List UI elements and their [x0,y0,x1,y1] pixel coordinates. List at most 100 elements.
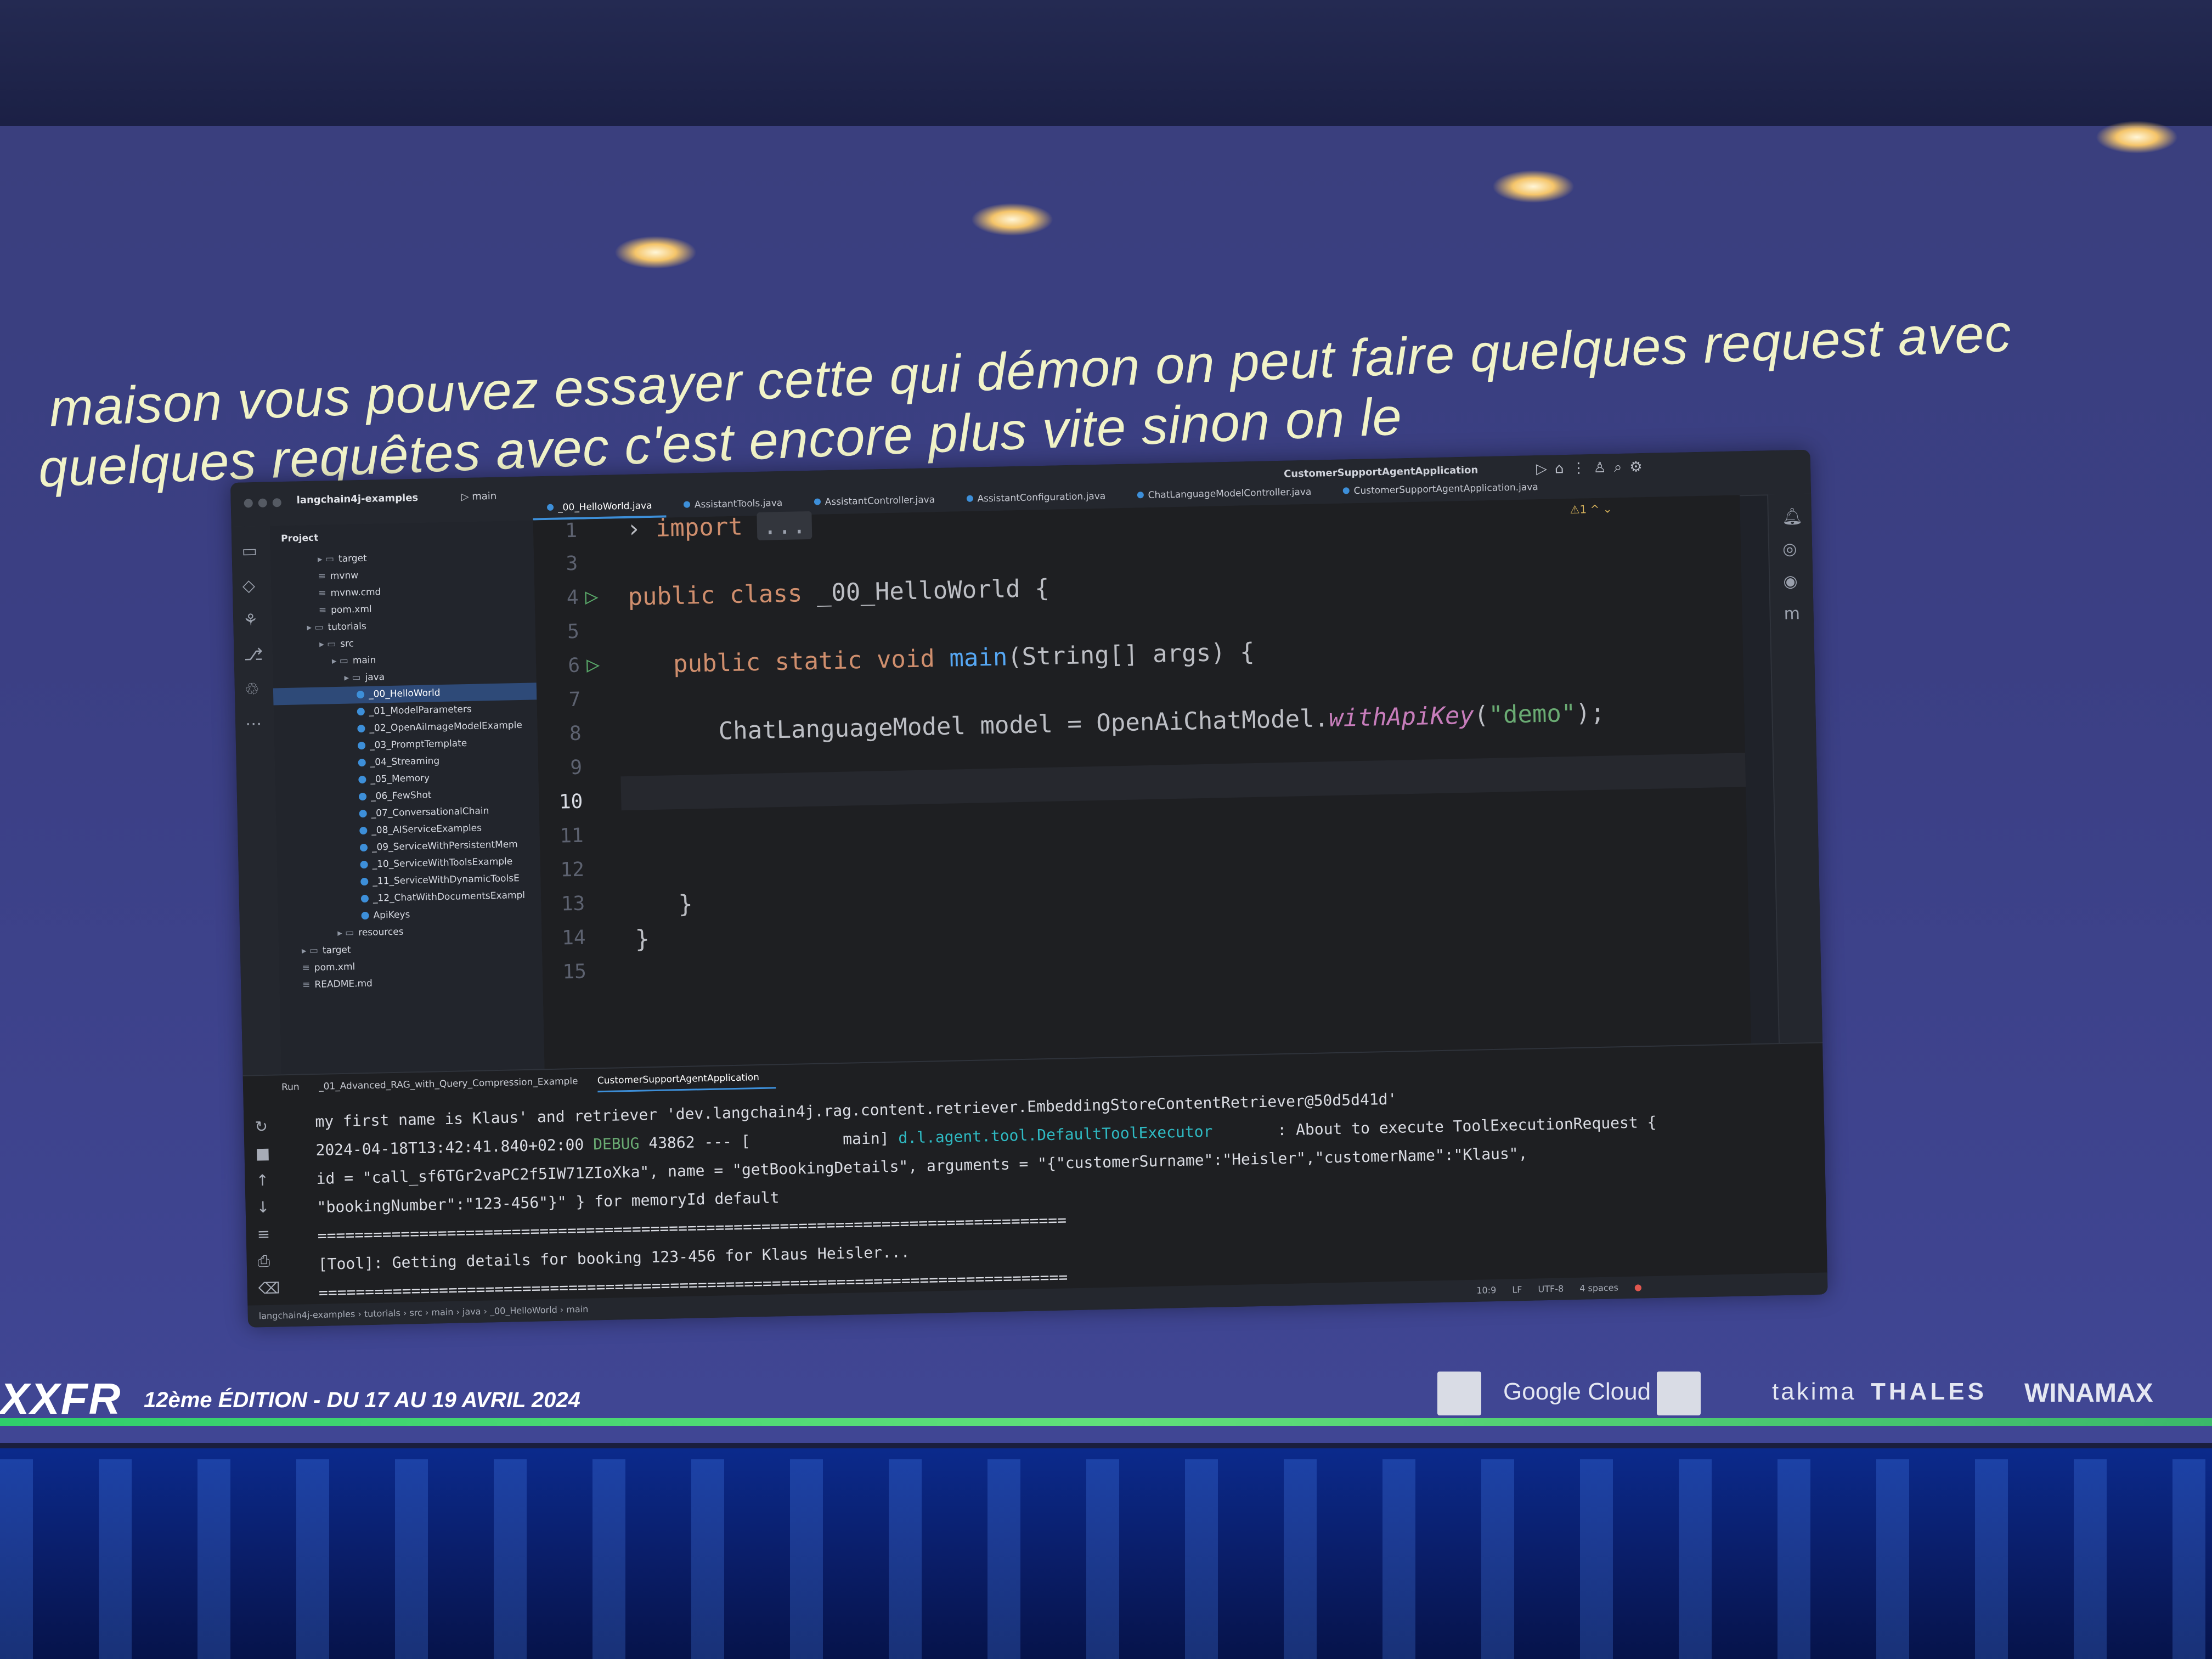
import-keyword: import [655,512,743,543]
error-indicator-icon[interactable]: ● [1634,1282,1642,1292]
operator: = [1066,709,1082,738]
folder-icon: ▸ ▭ [344,672,361,684]
tree-item-label: _06_FewShot [370,789,432,802]
window-controls[interactable] [244,498,287,511]
tab-assistant-configuration[interactable]: AssistantConfiguration.java [952,486,1120,509]
variable-name: model [979,710,1053,740]
user-icon[interactable]: ♙ [1593,459,1614,476]
folder-icon: ▸ ▭ [307,622,324,634]
line-number: 6 [568,654,580,678]
java-class-icon [358,758,366,767]
tree-item-label: _11_ServiceWithDynamicToolsE [373,873,520,887]
keyword: public static void [673,645,935,679]
run-label: Run [281,1081,300,1093]
file-icon: ≡ [318,588,326,599]
navigation-breadcrumb[interactable]: langchain4j-examples › tutorials › src ›… [259,1304,589,1322]
folder-icon: ▸ ▭ [317,554,335,565]
current-line-highlight [620,753,1746,811]
log-thread: main] [842,1129,889,1148]
trash-icon[interactable]: ⌫ [258,1279,286,1297]
orange-logo [1657,1372,1701,1415]
ide-window: langchain4j-examples ▷ main CustomerSupp… [230,449,1828,1328]
code-line-close-method: } [678,890,693,919]
maven-icon[interactable]: m [1784,604,1815,624]
java-class-icon [357,707,365,716]
axa-logo [1437,1372,1481,1415]
project-tool-icon[interactable]: ▭ [241,541,270,561]
code-editor[interactable]: 1 3 4 ▷ 5 6 ▷ 7 8 9 10 11 12 13 14 15 › … [533,495,1752,1069]
sponsor-google-cloud: Google Cloud [1503,1378,1651,1405]
tree-item-label: _08_AIServiceExamples [371,822,482,836]
run-tab-customer-support[interactable]: CustomerSupportAgentApplication [597,1065,776,1093]
banner-accent-line [0,1418,2212,1426]
structure-icon[interactable]: ⚘ [243,610,272,630]
tree-item-label: main [352,654,376,667]
keyword: public class [627,579,803,611]
line-separator[interactable]: LF [1512,1284,1522,1295]
ai-assistant-icon[interactable]: ◎ [1782,539,1814,559]
line-number: 9 [569,756,583,780]
method-name: main [949,643,1008,673]
tab-assistant-controller[interactable]: AssistantController.java [799,490,949,513]
tree-item-label: java [365,672,385,683]
database-icon[interactable]: ◉ [1783,572,1814,591]
log-level: DEBUG [592,1134,640,1154]
java-file-icon [966,495,973,502]
search-icon[interactable]: ⌕ [1613,459,1629,476]
tab-chat-language-model-controller[interactable]: ChatLanguageModelController.java [1122,482,1325,506]
settings-icon[interactable]: ⚙ [1629,459,1650,476]
tab-label: _00_HelloWorld.java [557,500,652,514]
folded-imports[interactable]: ... [757,511,812,540]
event-dates: 12ème ÉDITION - DU 17 AU 19 AVRIL 2024 [144,1388,580,1412]
pull-requests-icon[interactable]: ⎇ [244,645,273,665]
folder-icon: ▸ ▭ [331,655,349,667]
commit-icon[interactable]: ◇ [242,575,272,595]
event-logo: XXFR [0,1374,122,1423]
run-configuration-selector[interactable]: CustomerSupportAgentApplication [1284,464,1479,479]
stop-icon[interactable]: ■ [255,1144,283,1163]
line-number: 10 [558,790,583,814]
tree-item-label: _02_OpenAiImageModelExample [369,719,523,734]
tab-customer-support-agent-application[interactable]: CustomerSupportAgentApplication.java [1328,477,1553,502]
code-line-class: public class _00_HelloWorld { [628,574,1049,611]
code-line-close-class: } [635,925,650,953]
console-output[interactable]: my first name is Klaus' and retriever 'd… [315,1080,1660,1307]
soft-wrap-icon[interactable]: ≡ [257,1224,285,1243]
rerun-icon[interactable]: ↻ [255,1117,283,1136]
tab-label: AssistantConfiguration.java [977,490,1106,505]
line-number: 5 [567,620,580,644]
branch-name: main [471,490,497,503]
notifications-icon[interactable]: 🔔︎ [1782,507,1813,527]
cursor-position[interactable]: 10:9 [1476,1285,1496,1296]
run-main-icon[interactable]: ▷ [586,652,600,677]
more-icon[interactable]: ⋮ [1571,460,1594,477]
branch-selector[interactable]: ▷ main [461,490,496,503]
file-icon: ≡ [302,962,311,974]
file-icon: ≡ [318,571,326,582]
scroll-down-icon[interactable]: ↓ [256,1198,284,1216]
folder-icon: ▸ ▭ [337,927,354,939]
run-icon[interactable]: ▷ [1536,460,1555,477]
file-encoding[interactable]: UTF-8 [1538,1283,1564,1294]
code-line-main: public static void main(String[] args) { [673,638,1255,678]
more-tools-icon[interactable]: ⋯ [245,714,274,734]
tree-item-label: target [338,552,367,565]
code-line-model: ChatLanguageModel model = OpenAiChatMode… [718,698,1605,746]
run-tab-advanced-rag[interactable]: _01_Advanced_RAG_with_Query_Compression_… [319,1069,595,1097]
tree-item-label: mvnw [330,570,359,582]
java-file-icon [1342,487,1350,494]
java-file-icon [546,504,554,511]
debug-icon[interactable]: ⌂ [1555,460,1572,477]
project-name[interactable]: langchain4j-examples [296,492,418,506]
run-class-icon[interactable]: ▷ [585,584,599,609]
print-icon[interactable]: ⎙ [257,1251,285,1271]
line-number: 14 [561,926,586,950]
scroll-up-icon[interactable]: ↑ [256,1171,284,1189]
log-message: : About to execute ToolExecutionRequest … [1277,1113,1657,1139]
stage-lighting [0,1459,2212,1659]
tree-item-label: _00_HelloWorld [368,687,441,700]
indent-setting[interactable]: 4 spaces [1579,1282,1618,1293]
bookmarks-icon[interactable]: ♲ [245,679,274,699]
java-class-icon [357,724,365,733]
inspection-widget[interactable]: ⚠1 ^ ⌄ [1570,502,1612,516]
